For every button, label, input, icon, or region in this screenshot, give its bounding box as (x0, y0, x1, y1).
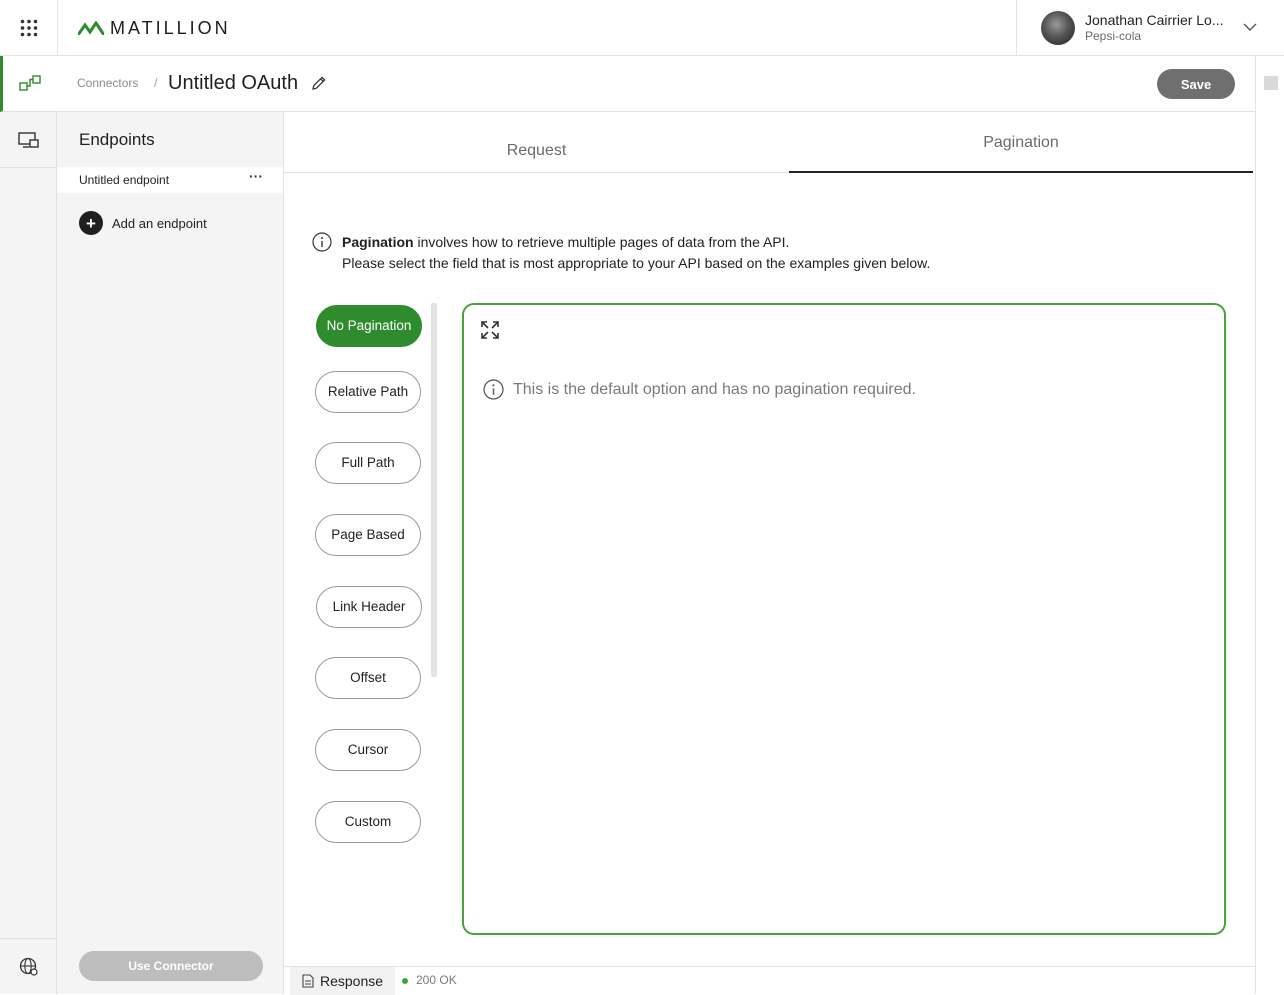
breadcrumb-connectors[interactable]: Connectors (77, 76, 138, 90)
response-bar: Response 200 OK (284, 966, 1255, 995)
option-custom[interactable]: Custom (315, 801, 421, 843)
avatar (1041, 11, 1075, 45)
right-strip (1255, 56, 1284, 994)
rail-item-connectors[interactable] (0, 56, 57, 112)
response-tab[interactable]: Response (290, 967, 396, 995)
panel-info-text: This is the default option and has no pa… (513, 380, 916, 398)
tab-pagination[interactable]: Pagination (789, 112, 1253, 173)
info-icon (483, 379, 504, 400)
endpoints-panel: Endpoints Untitled endpoint ··· + Add an… (57, 112, 284, 994)
status-indicator (402, 978, 408, 984)
endpoints-title: Endpoints (79, 130, 155, 149)
pagination-description-line1: involves how to retrieve multiple pages … (413, 234, 790, 250)
response-tab-label: Response (320, 973, 384, 989)
logo-mark-icon (78, 21, 104, 35)
option-full-path[interactable]: Full Path (315, 442, 421, 484)
option-offset[interactable]: Offset (315, 657, 421, 699)
pencil-icon[interactable] (311, 75, 327, 91)
left-rail (0, 56, 57, 994)
save-button[interactable]: Save (1157, 69, 1235, 99)
add-endpoint-label: Add an endpoint (112, 215, 207, 231)
more-options-button[interactable]: ··· (249, 168, 263, 184)
user-name: Jonathan Cairrier Lo... (1085, 12, 1224, 28)
pagination-detail-panel: This is the default option and has no pa… (462, 303, 1226, 935)
page-title: Untitled OAuth (168, 72, 299, 94)
response-status: 200 OK (416, 973, 457, 987)
pagination-keyword: Pagination (342, 234, 414, 250)
option-page-based[interactable]: Page Based (315, 514, 421, 556)
endpoint-item-label: Untitled endpoint (79, 173, 170, 187)
option-cursor[interactable]: Cursor (315, 729, 421, 771)
main-content: Request Pagination Pagination involves h… (284, 112, 1255, 968)
pagination-description-line2: Please select the field that is most app… (342, 255, 931, 271)
user-organization: Pepsi-cola (1085, 29, 1142, 43)
expand-icon[interactable] (480, 320, 500, 340)
chevron-down-icon (1243, 23, 1257, 31)
user-menu[interactable]: Jonathan Cairrier Lo... Pepsi-cola (1016, 0, 1284, 56)
plus-icon: + (79, 211, 103, 235)
option-no-pagination[interactable]: No Pagination (316, 305, 422, 347)
matillion-logo[interactable]: MATILLION (78, 17, 231, 39)
breadcrumb-separator: / (154, 76, 158, 90)
endpoint-item[interactable]: Untitled endpoint ··· (57, 167, 283, 193)
rail-item-monitor[interactable] (0, 112, 57, 168)
document-icon (302, 974, 314, 988)
pagination-description: Pagination involves how to retrieve mult… (342, 232, 1042, 274)
globe-icon (19, 957, 38, 976)
side-panel-toggle[interactable] (1264, 76, 1278, 90)
logo-text: MATILLION (110, 17, 231, 38)
grid-icon (20, 19, 37, 37)
add-endpoint-button[interactable]: + Add an endpoint (79, 211, 207, 235)
top-bar: MATILLION Jonathan Cairrier Lo... Pepsi-… (0, 0, 1284, 56)
option-link-header[interactable]: Link Header (316, 586, 422, 628)
monitor-icon (17, 131, 39, 148)
options-scrollbar[interactable] (431, 303, 437, 677)
page-header: Connectors / Untitled OAuth Save (57, 56, 1255, 112)
option-relative-path[interactable]: Relative Path (315, 371, 421, 413)
panel-info: This is the default option and has no pa… (483, 379, 916, 400)
tab-request[interactable]: Request (284, 112, 789, 173)
app-launcher-button[interactable] (0, 0, 58, 56)
rail-item-region[interactable] (0, 938, 57, 994)
info-icon (312, 232, 332, 252)
connector-icon (19, 74, 41, 91)
use-connector-button[interactable]: Use Connector (79, 951, 263, 981)
